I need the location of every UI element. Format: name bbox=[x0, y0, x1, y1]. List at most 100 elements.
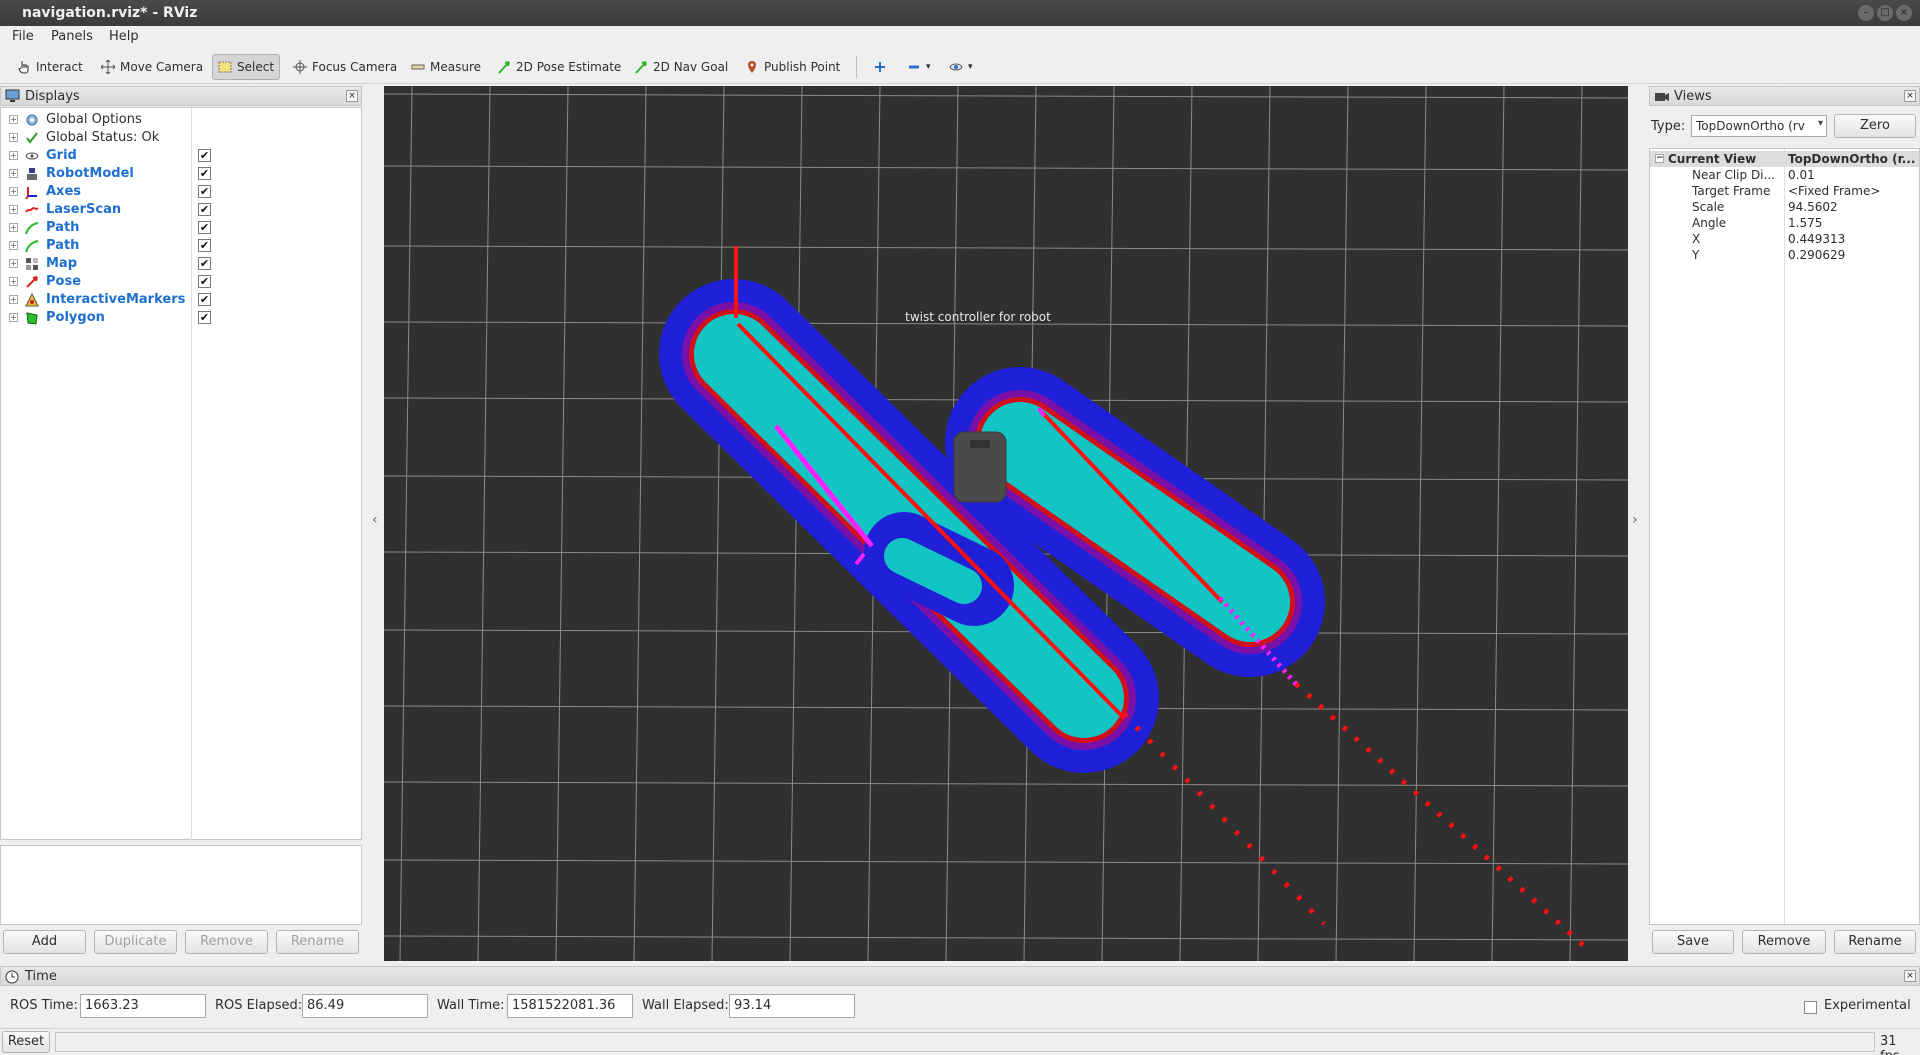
measure-label: Measure bbox=[430, 60, 481, 74]
expand-icon[interactable]: + bbox=[9, 223, 18, 232]
robot-model[interactable] bbox=[953, 431, 1007, 503]
ros-elapsed-field[interactable]: 86.49 bbox=[302, 994, 428, 1018]
toolbar-separator bbox=[856, 56, 857, 78]
remove-view-button[interactable]: Remove bbox=[1742, 930, 1826, 954]
display-item-global-options[interactable]: + Global Options bbox=[1, 111, 361, 129]
collapse-right-icon[interactable]: › bbox=[1632, 512, 1638, 528]
expand-icon[interactable]: + bbox=[9, 277, 18, 286]
display-enabled-checkbox[interactable]: ✔ bbox=[198, 275, 211, 288]
property-value[interactable]: 0.290629 bbox=[1788, 248, 1916, 262]
display-enabled-checkbox[interactable]: ✔ bbox=[198, 239, 211, 252]
scene-canvas[interactable]: twist controller for robot bbox=[384, 86, 1628, 961]
focus-camera-tool-button[interactable]: Focus Camera bbox=[288, 54, 402, 80]
close-icon[interactable]: × bbox=[346, 90, 358, 102]
close-icon[interactable]: × bbox=[1896, 5, 1912, 21]
camera-type-tool-button[interactable]: ▾ bbox=[944, 54, 978, 80]
menu-panels[interactable]: Panels bbox=[51, 29, 93, 44]
ros-time-field[interactable]: 1663.23 bbox=[80, 994, 206, 1018]
expand-icon[interactable]: + bbox=[9, 205, 18, 214]
display-item-pose[interactable]: + Pose ✔ bbox=[1, 273, 361, 291]
property-value[interactable]: 0.449313 bbox=[1788, 232, 1916, 246]
display-item-laserscan[interactable]: + LaserScan ✔ bbox=[1, 201, 361, 219]
close-icon[interactable]: × bbox=[1904, 970, 1916, 982]
display-item-axes[interactable]: + Axes ✔ bbox=[1, 183, 361, 201]
expand-icon[interactable]: + bbox=[9, 115, 18, 124]
experimental-checkbox[interactable] bbox=[1804, 1001, 1817, 1014]
display-item-interactivemarkers[interactable]: + InteractiveMarkers ✔ bbox=[1, 291, 361, 309]
current-view-row[interactable]: − Current View TopDownOrtho (r... bbox=[1650, 151, 1919, 167]
views-panel-header: Views × bbox=[1649, 86, 1920, 106]
wall-elapsed-field[interactable]: 93.14 bbox=[729, 994, 855, 1018]
grid-line bbox=[399, 86, 413, 961]
rename-display-button[interactable]: Rename bbox=[276, 930, 359, 954]
expand-icon[interactable]: + bbox=[9, 133, 18, 142]
property-value[interactable]: <Fixed Frame> bbox=[1788, 184, 1916, 198]
render-viewport[interactable]: twist controller for robot bbox=[384, 86, 1628, 961]
view-type-select[interactable]: TopDownOrtho (rv ▾ bbox=[1691, 115, 1827, 137]
expand-icon[interactable]: + bbox=[9, 169, 18, 178]
property-value[interactable]: 94.5602 bbox=[1788, 200, 1916, 214]
minimize-icon[interactable]: – bbox=[1858, 5, 1874, 21]
view-property-row[interactable]: Near Clip Di... 0.01 bbox=[1650, 167, 1919, 183]
focus-crosshair-icon bbox=[293, 60, 307, 74]
select-tool-button[interactable]: Select bbox=[212, 54, 281, 80]
expand-icon[interactable]: + bbox=[9, 295, 18, 304]
rename-view-button[interactable]: Rename bbox=[1834, 930, 1916, 954]
expand-icon[interactable]: + bbox=[9, 313, 18, 322]
display-item-polygon[interactable]: + Polygon ✔ bbox=[1, 309, 361, 327]
close-icon[interactable]: × bbox=[1904, 90, 1916, 102]
wall-time-field[interactable]: 1581522081.36 bbox=[507, 994, 633, 1018]
collapse-left-icon[interactable]: ‹ bbox=[372, 512, 378, 528]
pose-estimate-tool-button[interactable]: 2D Pose Estimate bbox=[492, 54, 626, 80]
display-enabled-checkbox[interactable]: ✔ bbox=[198, 293, 211, 306]
zero-view-button[interactable]: Zero bbox=[1834, 114, 1916, 138]
view-property-row[interactable]: Scale 94.5602 bbox=[1650, 199, 1919, 215]
grid-line bbox=[477, 86, 491, 961]
add-tool-button[interactable] bbox=[868, 54, 892, 80]
remove-tool-button[interactable]: ▾ bbox=[902, 54, 936, 80]
add-display-button[interactable]: Add bbox=[3, 930, 86, 954]
property-value[interactable]: 1.575 bbox=[1788, 216, 1916, 230]
move-camera-tool-button[interactable]: Move Camera bbox=[96, 54, 208, 80]
property-key: Y bbox=[1692, 248, 1700, 262]
expand-icon[interactable]: + bbox=[9, 187, 18, 196]
display-item-path[interactable]: + Path ✔ bbox=[1, 219, 361, 237]
duplicate-display-button[interactable]: Duplicate bbox=[94, 930, 177, 954]
display-enabled-checkbox[interactable]: ✔ bbox=[198, 257, 211, 270]
expand-icon[interactable]: + bbox=[9, 259, 18, 268]
expand-icon[interactable]: + bbox=[9, 241, 18, 250]
collapse-icon[interactable]: − bbox=[1655, 154, 1664, 163]
measure-tool-button[interactable]: Measure bbox=[406, 54, 486, 80]
display-item-map[interactable]: + Map ✔ bbox=[1, 255, 361, 273]
view-property-row[interactable]: Angle 1.575 bbox=[1650, 215, 1919, 231]
property-value[interactable]: 0.01 bbox=[1788, 168, 1916, 182]
save-view-button[interactable]: Save bbox=[1652, 930, 1734, 954]
view-property-row[interactable]: Y 0.290629 bbox=[1650, 247, 1919, 263]
maximize-icon[interactable]: □ bbox=[1877, 5, 1893, 21]
display-item-robotmodel[interactable]: + RobotModel ✔ bbox=[1, 165, 361, 183]
move-camera-label: Move Camera bbox=[120, 60, 204, 74]
display-enabled-checkbox[interactable]: ✔ bbox=[198, 167, 211, 180]
display-item-grid[interactable]: + Grid ✔ bbox=[1, 147, 361, 165]
publish-point-tool-button[interactable]: Publish Point bbox=[740, 54, 845, 80]
display-item-path[interactable]: + Path ✔ bbox=[1, 237, 361, 255]
grid-line bbox=[384, 859, 1628, 865]
expand-icon[interactable]: + bbox=[9, 151, 18, 160]
display-enabled-checkbox[interactable]: ✔ bbox=[198, 149, 211, 162]
interact-tool-button[interactable]: Interact bbox=[12, 54, 88, 80]
view-property-row[interactable]: Target Frame <Fixed Frame> bbox=[1650, 183, 1919, 199]
display-enabled-checkbox[interactable]: ✔ bbox=[198, 221, 211, 234]
nav-goal-tool-button[interactable]: 2D Nav Goal bbox=[629, 54, 733, 80]
display-enabled-checkbox[interactable]: ✔ bbox=[198, 203, 211, 216]
remove-display-button[interactable]: Remove bbox=[185, 930, 268, 954]
menu-file[interactable]: File bbox=[12, 29, 34, 44]
display-enabled-checkbox[interactable]: ✔ bbox=[198, 185, 211, 198]
display-item-global-status-ok[interactable]: + Global Status: Ok bbox=[1, 129, 361, 147]
display-enabled-checkbox[interactable]: ✔ bbox=[198, 311, 211, 324]
ros-elapsed-label: ROS Elapsed: bbox=[215, 998, 303, 1013]
view-property-row[interactable]: X 0.449313 bbox=[1650, 231, 1919, 247]
reset-button[interactable]: Reset bbox=[2, 1031, 50, 1053]
menu-help[interactable]: Help bbox=[109, 29, 139, 44]
map-icon bbox=[25, 257, 39, 271]
display-item-label: Path bbox=[46, 238, 80, 253]
